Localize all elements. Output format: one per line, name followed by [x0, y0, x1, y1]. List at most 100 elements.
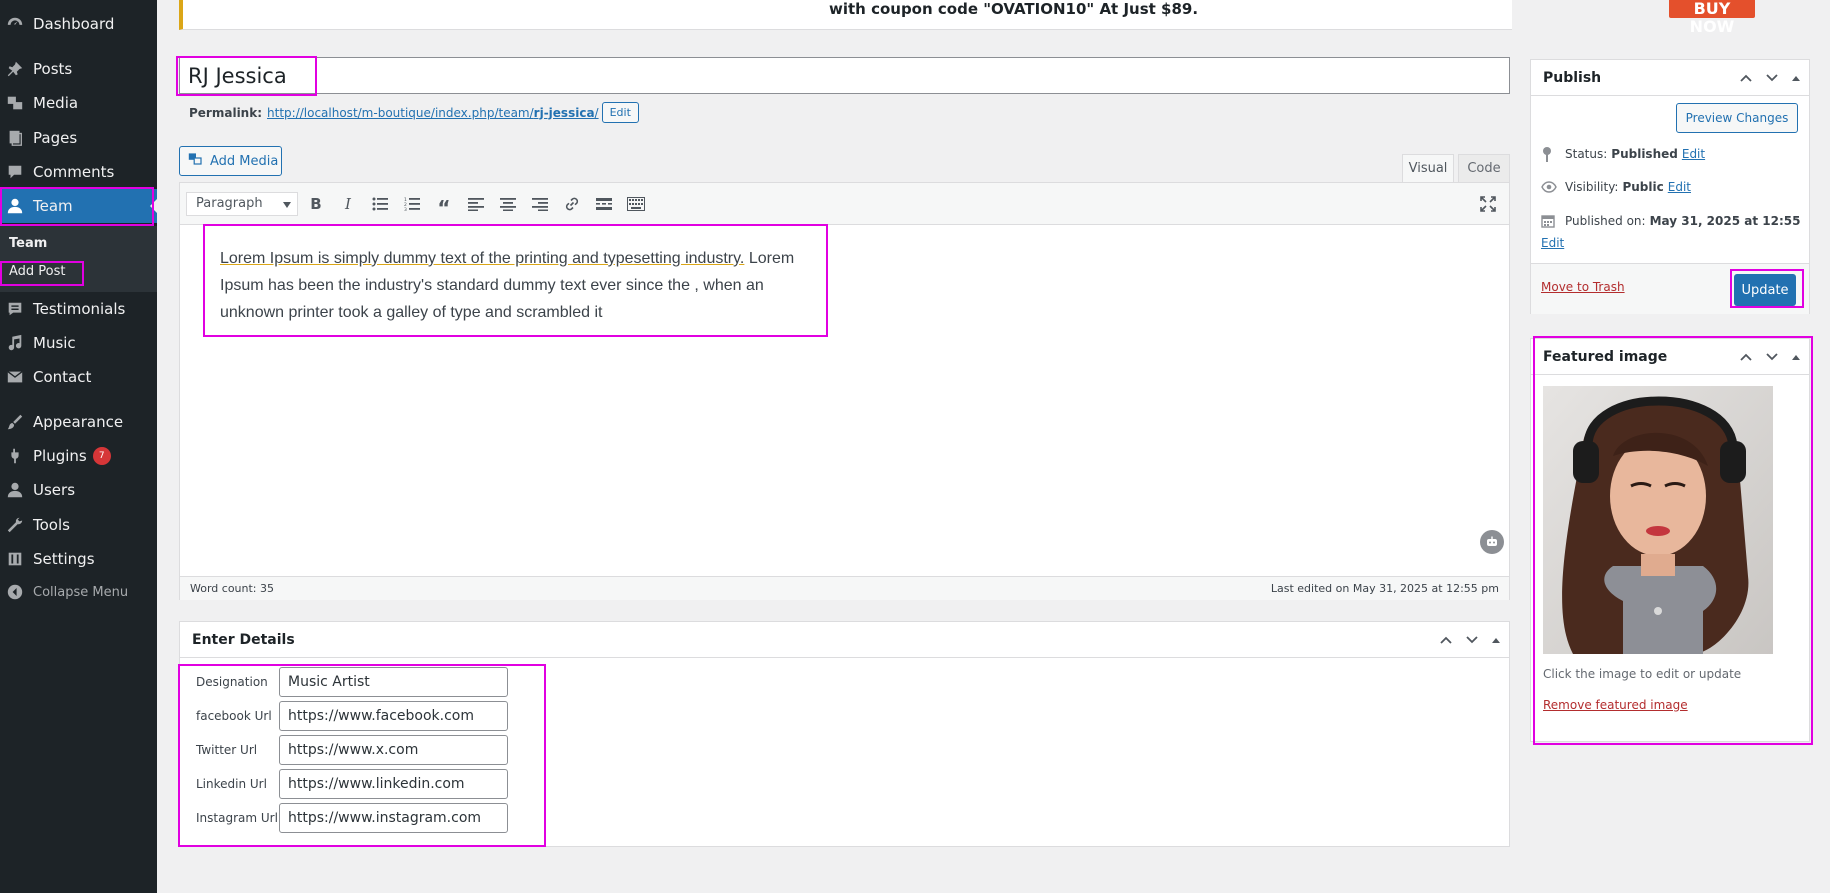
- user-icon: [5, 196, 25, 216]
- fullscreen-icon[interactable]: [1477, 194, 1499, 214]
- sidebar-item-music[interactable]: Music: [0, 326, 157, 360]
- field-linkedin: Linkedin Url https://www.linkedin.com: [196, 769, 508, 799]
- plugin-update-badge: 7: [92, 447, 111, 465]
- team-submenu: Team Add Post: [0, 226, 157, 292]
- submenu-item-add-post[interactable]: Add Post: [9, 264, 66, 279]
- sidebar-item-testimonials[interactable]: Testimonials: [0, 292, 157, 326]
- permalink-link[interactable]: http://localhost/m-boutique/index.php/te…: [267, 106, 599, 120]
- sidebar-item-tools[interactable]: Tools: [0, 508, 157, 542]
- preview-changes-button[interactable]: Preview Changes: [1676, 103, 1798, 133]
- align-right-icon[interactable]: [529, 194, 551, 214]
- content-underlined: Lorem Ipsum is simply dummy text of the …: [220, 250, 745, 267]
- sidebar-item-label: Pages: [33, 129, 78, 147]
- tab-code[interactable]: Code: [1458, 154, 1510, 182]
- update-button[interactable]: Update: [1734, 274, 1796, 306]
- sidebar-item-pages[interactable]: Pages: [0, 121, 157, 155]
- toolbar-toggle-icon[interactable]: [625, 194, 647, 214]
- publish-footer: Move to Trash Update: [1531, 263, 1809, 314]
- tab-visual[interactable]: Visual: [1402, 154, 1454, 182]
- collapse-triangle-icon[interactable]: [1787, 69, 1805, 87]
- sidebar-item-label: Team: [33, 197, 73, 215]
- move-to-trash-link[interactable]: Move to Trash: [1541, 280, 1625, 294]
- sidebar-item-contact[interactable]: Contact: [0, 360, 157, 394]
- field-label: Linkedin Url: [196, 777, 267, 791]
- add-media-button[interactable]: Add Media: [179, 146, 282, 176]
- field-facebook: facebook Url https://www.facebook.com: [196, 701, 508, 731]
- twitter-url-input[interactable]: https://www.x.com: [279, 735, 508, 765]
- status-value: Published: [1611, 147, 1678, 161]
- instagram-url-input[interactable]: https://www.instagram.com: [279, 803, 508, 833]
- svg-text:3: 3: [404, 207, 407, 211]
- chevron-up-icon[interactable]: [1737, 348, 1755, 366]
- blockquote-icon[interactable]: “: [433, 194, 455, 218]
- content-body[interactable]: Lorem Ipsum is simply dummy text of the …: [220, 245, 800, 326]
- chevron-up-icon[interactable]: [1437, 631, 1455, 649]
- numbered-list-icon[interactable]: 123: [401, 194, 423, 214]
- post-title-input[interactable]: RJ Jessica: [179, 57, 1510, 94]
- permalink: Permalink: http://localhost/m-boutique/i…: [189, 102, 639, 123]
- content-editor: Paragraph B I 123 “ Lorem Ipsum is simpl…: [179, 182, 1510, 600]
- sidebar-item-label: Music: [33, 334, 76, 352]
- sidebar-item-team[interactable]: Team: [0, 189, 157, 223]
- permalink-edit-button[interactable]: Edit: [601, 102, 639, 123]
- add-media-icon: [188, 151, 204, 171]
- chevron-up-icon[interactable]: [1737, 69, 1755, 87]
- align-center-icon[interactable]: [497, 194, 519, 214]
- collapse-menu-button[interactable]: Collapse Menu: [0, 575, 157, 609]
- status-label: Status:: [1565, 147, 1608, 161]
- sidebar-item-media[interactable]: Media: [0, 86, 157, 120]
- wrench-icon: [5, 515, 25, 535]
- align-left-icon[interactable]: [465, 194, 487, 214]
- sidebar-item-settings[interactable]: Settings: [0, 542, 157, 576]
- notice-text: with coupon code "OVATION10" At Just $89…: [829, 0, 1199, 18]
- published-label: Published on:: [1565, 214, 1646, 228]
- sidebar-item-users[interactable]: Users: [0, 473, 157, 507]
- robot-icon[interactable]: [1480, 530, 1504, 554]
- sidebar-item-label: Media: [33, 94, 79, 112]
- field-label: Designation: [196, 675, 268, 689]
- sidebar-item-dashboard[interactable]: Dashboard: [0, 7, 157, 41]
- mail-icon: [5, 367, 25, 387]
- chevron-down-icon[interactable]: [1463, 631, 1481, 649]
- linkedin-url-input[interactable]: https://www.linkedin.com: [279, 769, 508, 799]
- sidebar-item-comments[interactable]: Comments: [0, 155, 157, 189]
- featured-title: Featured image: [1543, 349, 1668, 365]
- published-edit-link[interactable]: Edit: [1541, 236, 1564, 250]
- italic-icon[interactable]: I: [337, 194, 359, 214]
- collapse-triangle-icon[interactable]: [1787, 348, 1805, 366]
- featured-image-box: Featured image Click the image to edit o…: [1530, 338, 1810, 742]
- bullet-list-icon[interactable]: [369, 194, 391, 214]
- link-icon[interactable]: [561, 194, 583, 214]
- visibility-row: Visibility: Public Edit: [1541, 180, 1691, 194]
- sidebar-item-label: Users: [33, 481, 76, 499]
- featured-image-thumbnail[interactable]: [1543, 386, 1773, 654]
- format-select[interactable]: Paragraph: [186, 192, 298, 216]
- buy-now-button[interactable]: BUY NOW: [1669, 0, 1755, 36]
- status-edit-link[interactable]: Edit: [1682, 147, 1705, 161]
- visibility-edit-link[interactable]: Edit: [1668, 180, 1691, 194]
- read-more-icon[interactable]: [593, 194, 615, 214]
- submenu-item-team[interactable]: Team: [9, 236, 47, 251]
- sidebar-item-appearance[interactable]: Appearance: [0, 405, 157, 439]
- designation-input[interactable]: Music Artist: [279, 667, 508, 697]
- visibility-value: Public: [1622, 180, 1664, 194]
- pin-icon: [1541, 146, 1557, 162]
- visibility-label: Visibility:: [1565, 180, 1619, 194]
- remove-featured-image-link[interactable]: Remove featured image: [1543, 698, 1688, 712]
- permalink-label: Permalink:: [189, 105, 263, 120]
- collapse-menu-label: Collapse Menu: [33, 584, 129, 600]
- comment-icon: [5, 162, 25, 182]
- testimonial-icon: [5, 299, 25, 319]
- chevron-down-icon[interactable]: [1763, 348, 1781, 366]
- collapse-triangle-icon[interactable]: [1487, 631, 1505, 649]
- sidebar-item-posts[interactable]: Posts: [0, 52, 157, 86]
- published-value: May 31, 2025 at 12:55: [1649, 214, 1801, 228]
- sidebar-item-label: Plugins: [33, 447, 87, 465]
- details-panel-title: Enter Details: [192, 632, 295, 648]
- facebook-url-input[interactable]: https://www.facebook.com: [279, 701, 508, 731]
- bold-icon[interactable]: B: [305, 194, 327, 214]
- chevron-down-icon[interactable]: [1763, 69, 1781, 87]
- sidebar-item-plugins[interactable]: Plugins 7: [0, 439, 157, 473]
- media-icon: [5, 93, 25, 113]
- plugin-icon: [5, 446, 25, 466]
